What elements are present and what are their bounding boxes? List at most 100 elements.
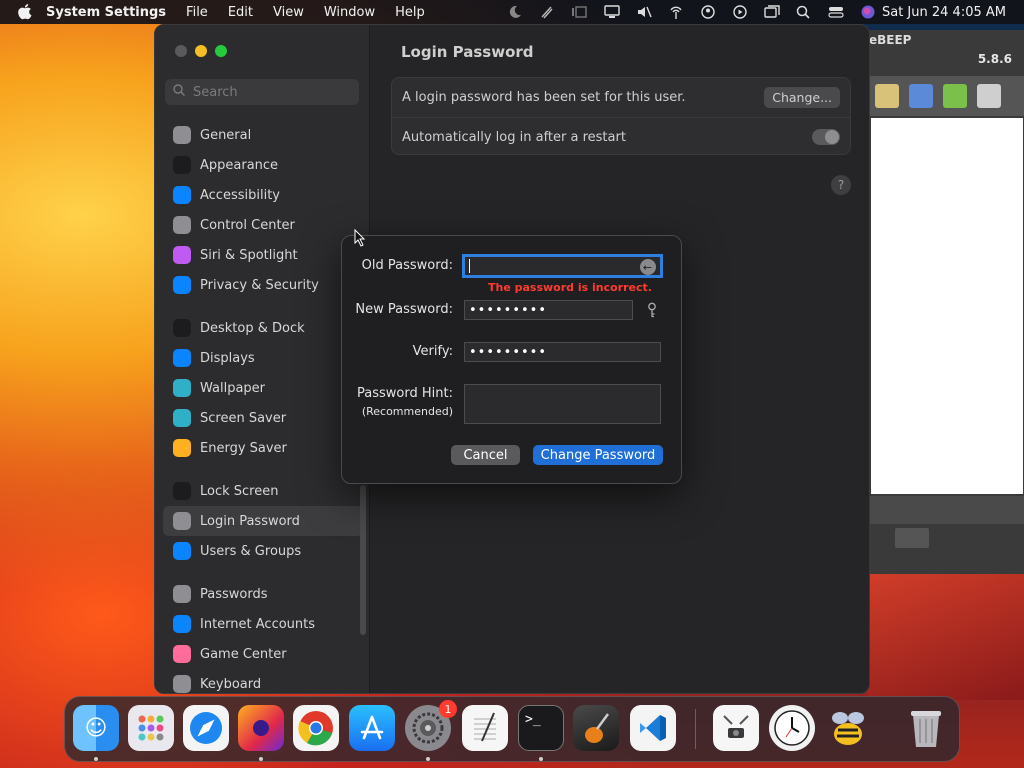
screen-saver-icon <box>173 409 191 427</box>
change-password-confirm-button[interactable]: Change Password <box>533 445 663 465</box>
screenshot-icon[interactable] <box>713 705 759 751</box>
sidebar-item-energy-saver[interactable]: Energy Saver <box>163 433 363 463</box>
search-icon <box>173 84 193 100</box>
sidebar-item-general[interactable]: General <box>163 120 363 150</box>
menu-window[interactable]: Window <box>324 5 375 20</box>
menu-view[interactable]: View <box>273 5 304 20</box>
sidebar-scrollbar[interactable] <box>360 485 366 635</box>
sidebar-item-displays[interactable]: Displays <box>163 343 363 373</box>
key-icon[interactable] <box>645 302 659 318</box>
sidebar-item-label: Game Center <box>200 646 287 662</box>
chrome-icon[interactable] <box>293 705 339 751</box>
airdrop-icon[interactable] <box>668 5 684 19</box>
app-store-icon[interactable] <box>349 705 395 751</box>
gear-icon <box>173 126 191 144</box>
garageband-icon[interactable] <box>573 705 619 751</box>
help-button[interactable]: ? <box>831 175 851 195</box>
display-icon[interactable] <box>604 5 620 19</box>
settings-sidebar: Search General Appearance Accessibility Con… <box>155 25 370 693</box>
menubar-clock[interactable]: Sat Jun 24 4:05 AM <box>882 5 1006 20</box>
sidebar-item-desktop-dock[interactable]: Desktop & Dock <box>163 313 363 343</box>
autologin-toggle[interactable] <box>812 129 840 145</box>
play-icon[interactable] <box>732 5 748 19</box>
sidebar-item-control-center[interactable]: Control Center <box>163 210 363 240</box>
sidebar-item-siri-spotlight[interactable]: Siri & Spotlight <box>163 240 363 270</box>
pencil-tool-icon[interactable] <box>875 84 899 108</box>
sidebar-item-screen-saver[interactable]: Screen Saver <box>163 403 363 433</box>
settings-search[interactable]: Search <box>165 79 359 105</box>
hint-recommended: (Recommended) <box>361 405 453 418</box>
beep-toolbar <box>869 76 1024 116</box>
password-hint-field[interactable] <box>464 384 661 424</box>
displays-icon <box>173 349 191 367</box>
verify-field[interactable]: ••••••••• <box>464 342 661 362</box>
mute-icon[interactable] <box>636 5 652 19</box>
sidebar-item-label: Displays <box>200 350 255 366</box>
lock-icon <box>173 482 191 500</box>
sidebar-list: General Appearance Accessibility Control Ce… <box>163 120 363 693</box>
trash-tool-icon[interactable] <box>977 84 1001 108</box>
tools-icon[interactable] <box>909 84 933 108</box>
siri-icon[interactable] <box>860 5 876 19</box>
sidebar-item-login-password[interactable]: Login Password <box>163 506 363 536</box>
stage-manager-icon[interactable] <box>571 5 588 19</box>
sidebar-item-users-groups[interactable]: Users & Groups <box>163 536 363 566</box>
moon-icon[interactable] <box>508 5 524 19</box>
password-row: A login password has been set for this u… <box>392 78 850 117</box>
user-icon[interactable] <box>700 5 716 19</box>
page-title: Login Password <box>401 43 534 61</box>
old-password-field[interactable]: ← <box>462 254 663 278</box>
sidebar-item-keyboard[interactable]: Keyboard <box>163 669 363 693</box>
sidebar-item-game-center[interactable]: Game Center <box>163 639 363 669</box>
search-icon[interactable] <box>796 5 812 19</box>
system-settings-icon[interactable]: 1 <box>405 700 457 751</box>
sidebar-item-wallpaper[interactable]: Wallpaper <box>163 373 363 403</box>
finder-icon[interactable]: ☺ <box>73 705 119 751</box>
safari-icon[interactable] <box>183 705 229 751</box>
screens-icon[interactable] <box>764 5 780 19</box>
at-icon <box>173 615 191 633</box>
wallpaper-icon <box>173 379 191 397</box>
cancel-button[interactable]: Cancel <box>451 445 520 465</box>
sidebar-item-accessibility[interactable]: Accessibility <box>163 180 363 210</box>
bee-icon[interactable] <box>825 705 871 751</box>
menu-edit[interactable]: Edit <box>228 5 253 20</box>
stylus-icon[interactable] <box>540 5 556 19</box>
beep-statusbar <box>869 496 1024 524</box>
clock-icon[interactable] <box>769 705 815 751</box>
beep-canvas[interactable] <box>871 118 1023 494</box>
change-password-button[interactable]: Change... <box>764 87 840 108</box>
sidebar-item-passwords[interactable]: Passwords <box>163 579 363 609</box>
dock-separator <box>695 709 696 749</box>
trash-icon[interactable] <box>903 705 949 751</box>
palette-icon[interactable] <box>943 84 967 108</box>
sidebar-item-label: Login Password <box>200 513 300 529</box>
terminal-icon[interactable]: >_ <box>518 705 564 751</box>
firefox-icon[interactable] <box>238 705 284 751</box>
sidebar-item-lock-screen[interactable]: Lock Screen <box>163 476 363 506</box>
close-window-button[interactable] <box>175 45 187 57</box>
sidebar-item-privacy-security[interactable]: Privacy & Security <box>163 270 363 300</box>
menu-app-name[interactable]: System Settings <box>46 5 166 20</box>
menu-help[interactable]: Help <box>395 5 425 20</box>
sidebar-item-internet-accounts[interactable]: Internet Accounts <box>163 609 363 639</box>
sidebar-item-appearance[interactable]: Appearance <box>163 150 363 180</box>
beep-version: 5.8.6 <box>977 52 1012 66</box>
minimize-window-button[interactable] <box>195 45 207 57</box>
siri-icon <box>173 246 191 264</box>
vscode-icon[interactable] <box>630 705 676 751</box>
new-password-field[interactable]: ••••••••• <box>464 300 633 320</box>
beep-tab[interactable] <box>895 528 929 548</box>
zoom-window-button[interactable] <box>215 45 227 57</box>
launchpad-icon[interactable] <box>128 705 174 751</box>
arrow-left-icon[interactable]: ← <box>640 259 656 275</box>
hand-icon <box>173 276 191 294</box>
menu-file[interactable]: File <box>186 5 208 20</box>
sidebar-item-label: Internet Accounts <box>200 616 316 632</box>
sidebar-item-label: Users & Groups <box>200 543 302 559</box>
control-center-icon[interactable] <box>828 5 844 19</box>
textedit-icon[interactable] <box>462 705 508 751</box>
apple-icon[interactable] <box>18 4 32 20</box>
sidebar-item-label: Passwords <box>200 586 268 602</box>
